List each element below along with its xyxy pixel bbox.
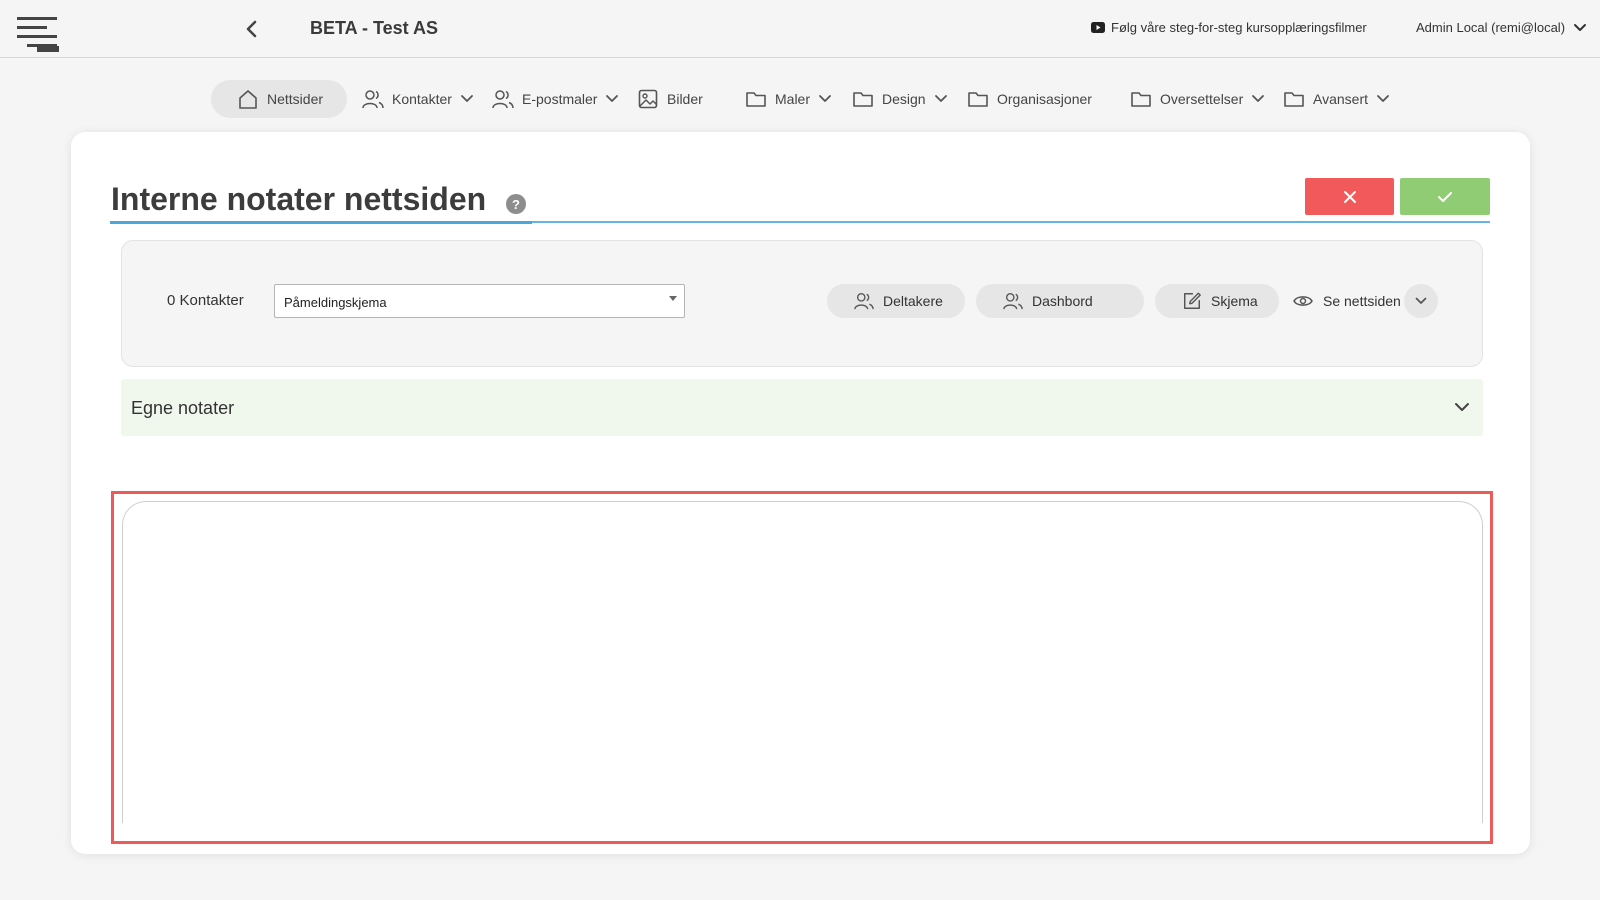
page-title: Interne notater nettsiden bbox=[111, 181, 487, 217]
folder-icon bbox=[967, 88, 989, 110]
home-icon bbox=[237, 88, 259, 110]
nav-item-nettsider[interactable]: Nettsider bbox=[211, 80, 348, 118]
nav-item-organisasjoner[interactable]: Organisasjoner bbox=[967, 80, 1092, 118]
dashboard-button[interactable]: Dashbord bbox=[976, 284, 1144, 318]
chevron-down-icon bbox=[1376, 94, 1390, 104]
image-icon bbox=[637, 88, 659, 110]
chevron-down-icon bbox=[934, 94, 948, 104]
close-icon bbox=[1343, 190, 1357, 204]
cancel-button[interactable] bbox=[1305, 178, 1394, 215]
youtube-icon bbox=[1091, 22, 1105, 33]
user-label: Admin Local (remi@local) bbox=[1416, 20, 1566, 35]
eye-icon bbox=[1293, 294, 1313, 308]
nav-item-label: Maler bbox=[775, 91, 811, 107]
contacts-count: 0 Kontakter bbox=[167, 292, 244, 309]
nav-item-label: Organisasjoner bbox=[997, 91, 1092, 107]
form-label: Skjema bbox=[1211, 293, 1258, 309]
title-divider-accent bbox=[110, 221, 532, 224]
chevron-down-icon bbox=[1415, 297, 1427, 305]
participants-label: Deltakere bbox=[883, 293, 943, 309]
nav-item-label: Kontakter bbox=[392, 91, 452, 107]
form-button[interactable]: Skjema bbox=[1155, 284, 1279, 318]
form-select-value: Påmeldingskjema bbox=[284, 295, 387, 310]
chevron-down-icon bbox=[460, 94, 474, 104]
caret-down-icon bbox=[669, 296, 677, 301]
edit-icon bbox=[1182, 291, 1202, 311]
users-icon bbox=[1003, 291, 1023, 311]
check-icon bbox=[1437, 191, 1453, 203]
form-select[interactable]: Påmeldingskjema bbox=[274, 284, 685, 318]
chevron-down-icon bbox=[1251, 94, 1265, 104]
nav-item-label: E-postmaler bbox=[522, 91, 598, 107]
nav-item-epostmaler[interactable]: E-postmaler bbox=[492, 80, 619, 118]
nav-item-design[interactable]: Design bbox=[852, 80, 948, 118]
help-icon[interactable]: ? bbox=[506, 194, 526, 214]
menu-toggle-icon[interactable] bbox=[17, 16, 59, 52]
back-chevron-icon[interactable] bbox=[244, 19, 260, 39]
nav-item-label: Avansert bbox=[1313, 91, 1368, 107]
folder-icon bbox=[1130, 88, 1152, 110]
nav-item-maler[interactable]: Maler bbox=[745, 80, 832, 118]
chevron-down-icon bbox=[1573, 23, 1587, 33]
user-menu[interactable]: Admin Local (remi@local) bbox=[1416, 20, 1587, 35]
notes-accordion[interactable] bbox=[121, 379, 1483, 436]
tutorial-link[interactable]: Følg våre steg-for-steg kursopplæringsfi… bbox=[1091, 20, 1367, 35]
users-icon bbox=[854, 291, 874, 311]
nav-item-oversettelser[interactable]: Oversettelser bbox=[1130, 80, 1265, 118]
chevron-down-icon[interactable] bbox=[1453, 400, 1471, 414]
folder-icon bbox=[745, 88, 767, 110]
nav-item-label: Oversettelser bbox=[1160, 91, 1244, 107]
nav-item-label: Nettsider bbox=[267, 91, 324, 107]
nav-item-label: Bilder bbox=[667, 91, 703, 107]
nav-item-bilder[interactable]: Bilder bbox=[637, 80, 703, 118]
view-site-label: Se nettsiden bbox=[1323, 293, 1401, 309]
participants-button[interactable]: Deltakere bbox=[827, 284, 965, 318]
app-title: BETA - Test AS bbox=[310, 18, 439, 38]
chevron-down-icon bbox=[605, 94, 619, 104]
nav-item-avansert[interactable]: Avansert bbox=[1283, 80, 1390, 118]
nav-item-kontakter[interactable]: Kontakter bbox=[362, 80, 474, 118]
folder-icon bbox=[852, 88, 874, 110]
save-button[interactable] bbox=[1400, 178, 1490, 215]
chevron-down-icon bbox=[818, 94, 832, 104]
notes-accordion-title: Egne notater bbox=[131, 398, 235, 418]
editor-highlight-frame bbox=[111, 491, 1493, 844]
tutorial-link-label: Følg våre steg-for-steg kursopplæringsfi… bbox=[1111, 20, 1367, 35]
dashboard-label: Dashbord bbox=[1032, 293, 1093, 309]
view-site-dropdown[interactable] bbox=[1404, 284, 1438, 318]
users-icon bbox=[492, 88, 514, 110]
users-icon bbox=[362, 88, 384, 110]
view-site-button[interactable]: Se nettsiden bbox=[1293, 284, 1401, 318]
folder-icon bbox=[1283, 88, 1305, 110]
nav-item-label: Design bbox=[882, 91, 926, 107]
